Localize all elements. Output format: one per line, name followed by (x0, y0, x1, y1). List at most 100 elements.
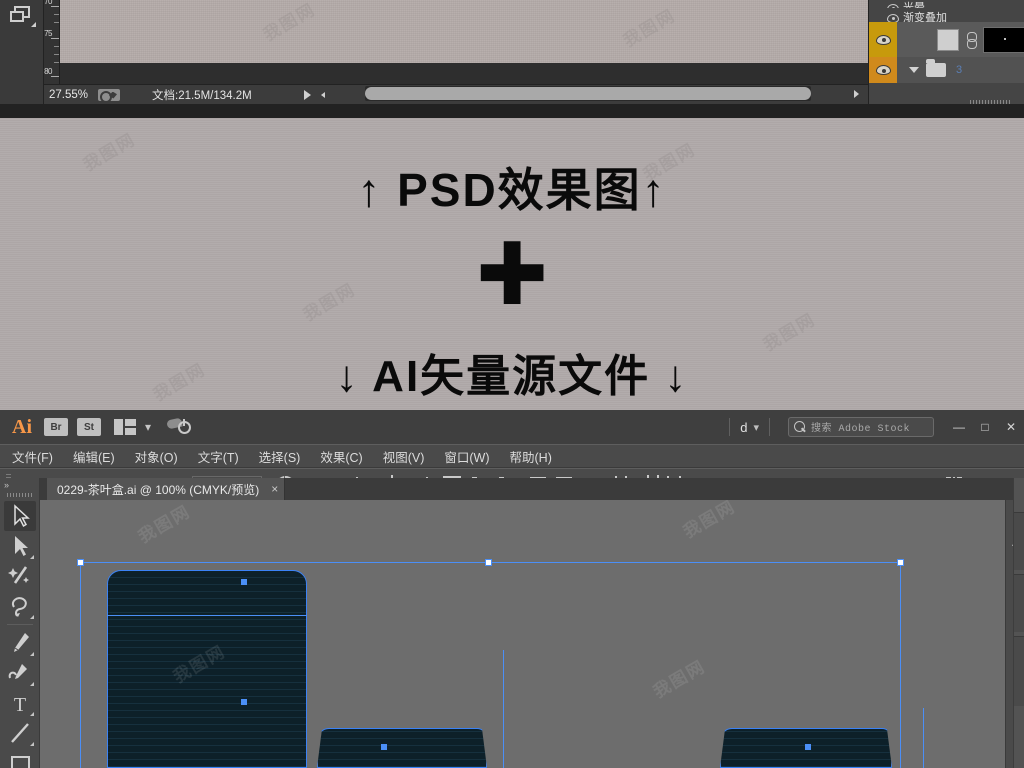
line-tool[interactable] (4, 718, 36, 748)
photoshop-tool-column (0, 0, 44, 106)
chevron-down-icon[interactable] (909, 67, 919, 73)
expand-panel-icon[interactable]: » (0, 478, 39, 490)
rectangle-tool[interactable] (4, 748, 36, 768)
layer-visibility-toggle[interactable] (869, 22, 897, 57)
photoshop-bottom-band (0, 104, 1024, 118)
menu-effect[interactable]: 效果(C) (320, 447, 362, 466)
dock-panel-section[interactable] (1014, 574, 1024, 632)
lasso-tool[interactable] (4, 591, 36, 621)
scroll-right-arrow-icon[interactable] (854, 90, 859, 98)
ruler-label-1: 75 (44, 29, 52, 38)
illustrator-artboard-canvas[interactable]: 我图网 我图网 我图网 我图网 (40, 500, 1005, 768)
ruler-label-0: 70 (44, 0, 52, 6)
folder-icon (926, 59, 946, 77)
photoshop-canvas-preview: 我图网 我图网 (60, 0, 868, 63)
document-tab-bar: 0229-茶叶盒.ai @ 100% (CMYK/预览) × (40, 478, 1024, 500)
bridge-button[interactable]: Br (44, 418, 68, 436)
arrange-documents-icon[interactable] (114, 419, 136, 435)
layer-mask-thumbnail[interactable] (983, 26, 1024, 53)
scrollbar-thumb[interactable] (365, 87, 811, 100)
anchor-point[interactable] (241, 579, 247, 585)
photoshop-vertical-ruler: 70 75 80 (44, 0, 60, 84)
illustrator-title-bar: Ai Br St ▾ d ▾ 搜索 Adobe Stock — □ ✕ (0, 410, 1024, 444)
anchor-point[interactable] (241, 699, 247, 705)
illustrator-right-dock (1013, 478, 1024, 768)
workspace-switcher-label[interactable]: d (740, 420, 747, 435)
stock-search-field[interactable]: 搜索 Adobe Stock (788, 417, 934, 437)
selection-tool[interactable] (3, 501, 36, 531)
menu-type[interactable]: 文字(T) (198, 447, 239, 466)
link-icon[interactable] (964, 31, 978, 49)
chevron-down-icon[interactable]: ▾ (145, 420, 151, 434)
magic-wand-tool[interactable] (4, 561, 36, 591)
photoshop-window-strip: 70 75 80 我图网 我图网 27.55% 文档:21.5M/134.2M (0, 0, 1024, 118)
layer-thumbnail[interactable] (937, 28, 959, 51)
status-expand-arrow-icon[interactable] (303, 89, 311, 100)
group-name: 3 (956, 64, 963, 76)
artwork-fold-line (107, 615, 307, 616)
ruler-label-2: 80 (44, 67, 52, 76)
menu-view[interactable]: 视图(V) (383, 447, 425, 466)
close-button[interactable]: ✕ (998, 416, 1024, 438)
layer-row-mask[interactable] (869, 22, 1024, 57)
photoshop-canvas-backdrop (60, 63, 868, 84)
photoshop-preview-icon[interactable] (98, 88, 120, 103)
selection-bounds-left (80, 562, 81, 768)
banner-plus-symbol: ✚ (475, 227, 549, 323)
selection-handle[interactable] (485, 559, 492, 566)
banner-ai-label: ↓ AI矢量源文件 ↓ (335, 352, 689, 401)
maximize-button[interactable]: □ (972, 416, 998, 438)
watermark-text: 我图网 (680, 500, 739, 542)
menu-window[interactable]: 窗口(W) (444, 447, 489, 466)
illustrator-window: Ai Br St ▾ d ▾ 搜索 Adobe Stock — □ ✕ 文件(F… (0, 410, 1024, 768)
creative-cloud-icon[interactable] (166, 417, 192, 436)
menu-object[interactable]: 对象(O) (135, 447, 178, 466)
direct-selection-tool[interactable] (4, 531, 36, 561)
scroll-left-arrow-icon[interactable] (320, 91, 325, 98)
illustrator-tools-panel: » T (0, 478, 40, 768)
illustrator-menu-bar: 文件(F) 编辑(E) 对象(O) 文字(T) 选择(S) 效果(C) 视图(V… (0, 444, 1024, 468)
close-icon[interactable]: × (271, 482, 278, 496)
anchor-point[interactable] (381, 744, 387, 750)
guide-line (923, 708, 924, 768)
selection-bounds-right (900, 562, 901, 768)
banner-psd-label: ↑ PSD效果图↑ (357, 164, 667, 216)
document-tab[interactable]: 0229-茶叶盒.ai @ 100% (CMYK/预览) × (47, 478, 286, 500)
photoshop-zoom-level[interactable]: 27.55% (44, 89, 98, 101)
photoshop-layers-panel: 光晕 渐变叠加 3 fx (868, 0, 1024, 105)
menu-file[interactable]: 文件(F) (12, 447, 53, 466)
document-tab-title: 0229-茶叶盒.ai @ 100% (CMYK/预览) (57, 482, 260, 497)
minimize-button[interactable]: — (946, 416, 972, 438)
chevron-down-icon[interactable]: ▾ (753, 421, 759, 434)
search-icon (794, 420, 807, 434)
menu-edit[interactable]: 编辑(E) (73, 447, 115, 466)
watermark-text: 我图网 (650, 656, 709, 702)
svg-text:T: T (13, 694, 25, 716)
anchor-point[interactable] (805, 744, 811, 750)
type-tool[interactable]: T (4, 688, 36, 718)
photoshop-horizontal-scrollbar[interactable] (365, 86, 811, 101)
guide-line (503, 650, 504, 768)
tools-panel-grip[interactable] (6, 493, 33, 497)
menu-help[interactable]: 帮助(H) (510, 447, 552, 466)
promo-banner: 我图网 我图网 我图网 我图网 我图网 ↑ PSD效果图↑ ✚ ↓ AI矢量源文… (0, 118, 1024, 410)
selection-handle[interactable] (77, 559, 84, 566)
artboard-tool-icon[interactable] (10, 6, 36, 28)
pen-tool[interactable] (4, 628, 36, 658)
search-placeholder: 搜索 Adobe Stock (811, 424, 911, 435)
stock-button[interactable]: St (77, 418, 101, 436)
layer-row-group[interactable]: 3 (869, 57, 1024, 83)
selection-handle[interactable] (897, 559, 904, 566)
layer-visibility-toggle[interactable] (869, 57, 897, 83)
artwork-shape-main[interactable] (107, 570, 307, 768)
dock-panel-section[interactable] (1014, 512, 1024, 570)
dock-panel-section[interactable] (1014, 636, 1024, 706)
eye-icon[interactable] (875, 65, 891, 75)
illustrator-logo: Ai (12, 415, 32, 438)
curvature-tool[interactable] (4, 658, 36, 688)
window-controls: — □ ✕ (946, 416, 1024, 438)
eye-icon[interactable] (875, 34, 891, 45)
menu-select[interactable]: 选择(S) (259, 447, 301, 466)
screenshot-root: 70 75 80 我图网 我图网 27.55% 文档:21.5M/134.2M (0, 0, 1024, 768)
artwork-shape-flap-mid[interactable] (317, 728, 487, 768)
